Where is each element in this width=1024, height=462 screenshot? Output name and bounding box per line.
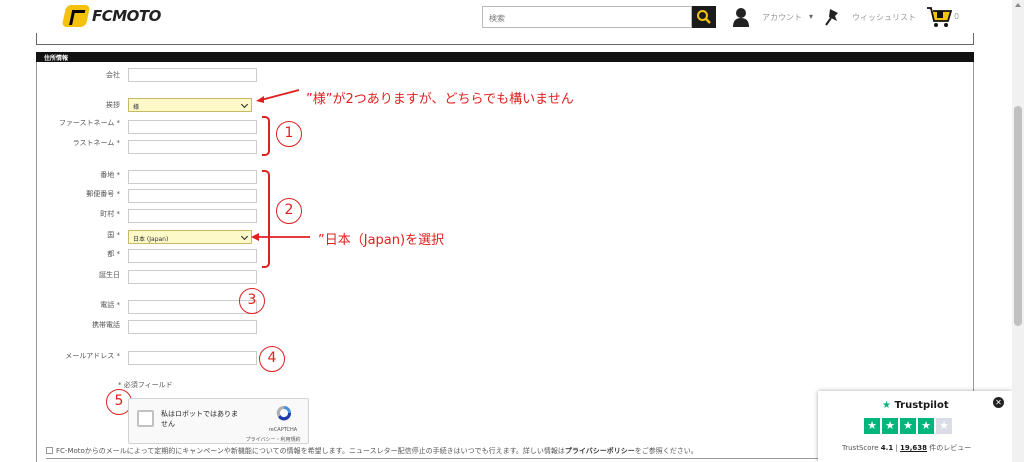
privacy-policy-link[interactable]: プライバシーポリシー: [565, 447, 635, 455]
annotation-country-note: ”日本（Japan)を選択: [318, 233, 445, 248]
annotation-circle-4: 4: [259, 346, 285, 372]
trustscore-label: TrustScore: [842, 444, 879, 452]
annotation-arrow-country: [251, 233, 310, 241]
review-count-suffix[interactable]: 件のレビュー: [929, 444, 971, 452]
country-label: 国 *: [107, 231, 120, 239]
recaptcha-label: 私はロボットではありません: [161, 410, 238, 428]
annotation-circle-1: 1: [276, 121, 302, 147]
star-icon: ★: [918, 418, 934, 434]
fcmoto-logo[interactable]: FCMOTO: [61, 5, 161, 27]
logo-text: FCMOTO: [92, 7, 161, 25]
street-input[interactable]: [128, 170, 257, 184]
search-icon: [697, 10, 711, 24]
trustpilot-brand: Trustpilot: [894, 400, 949, 411]
chevron-down-icon: [240, 100, 249, 109]
trustpilot-rating-stars: ★ ★ ★ ★ ★: [864, 418, 952, 434]
page-scrollbar[interactable]: [1012, 0, 1024, 462]
birthday-label: 誕生日: [99, 271, 120, 279]
salutation-value: 様: [133, 104, 140, 111]
pin-icon[interactable]: [824, 7, 842, 27]
salutation-label: 挨拶: [106, 101, 120, 109]
first-name-label: ファーストネーム *: [58, 119, 120, 127]
cart-icon[interactable]: [926, 5, 952, 29]
review-count[interactable]: 19,638: [900, 444, 927, 452]
email-label: メールアドレス *: [65, 352, 120, 360]
account-icon[interactable]: [732, 7, 750, 27]
first-name-input[interactable]: [128, 120, 257, 134]
account-link[interactable]: アカウント: [762, 12, 802, 23]
recaptcha-checkbox[interactable]: [137, 410, 154, 427]
trustpilot-score: TrustScore 4.1 | 19,638 件のレビュー: [842, 443, 971, 453]
account-caret-icon[interactable]: ▾: [809, 12, 813, 21]
recaptcha-widget: 私はロボットではありません reCAPTCHA プライバシー・利用規約: [128, 398, 309, 444]
annotation-salutation-note: ”様”が2つありますが、どちらでも構いません: [306, 92, 574, 107]
annotation-brace-2: [262, 170, 270, 268]
star-icon: ★: [882, 418, 898, 434]
trustpilot-star-icon: ★: [882, 400, 891, 411]
phone-input[interactable]: [128, 300, 257, 314]
cart-count: 0: [954, 12, 960, 21]
newsletter-text-before: FC-Motoからのメールによって定期的にキャンペーンや新機能についての情報を希…: [56, 447, 565, 455]
country-value: 日本 (Japan): [133, 236, 169, 243]
zip-input[interactable]: [128, 189, 257, 203]
last-name-label: ラストネーム *: [72, 139, 120, 147]
last-name-input[interactable]: [128, 140, 257, 154]
phone-label: 電話 *: [100, 301, 120, 309]
birthday-input[interactable]: [128, 270, 257, 284]
trustpilot-logo: ★ Trustpilot: [882, 400, 949, 411]
star-icon: ★: [936, 418, 952, 434]
recaptcha-privacy-terms-link[interactable]: プライバシー・利用規約: [237, 436, 309, 443]
close-icon[interactable]: ✕: [993, 397, 1004, 408]
company-label: 会社: [106, 71, 120, 79]
annotation-circle-3: 3: [239, 288, 265, 314]
newsletter-text-after: をご参照ください。: [634, 447, 698, 455]
annotation-circle-2: 2: [276, 198, 302, 224]
search-button[interactable]: [692, 6, 716, 28]
recaptcha-brand: reCAPTCHA: [268, 427, 298, 433]
trustscore-separator: |: [895, 444, 898, 452]
company-input[interactable]: [128, 68, 257, 82]
city-input[interactable]: [128, 209, 257, 223]
zip-label: 郵便番号 *: [86, 190, 120, 198]
previous-section-frame: [36, 33, 974, 45]
star-icon: ★: [864, 418, 880, 434]
site-header: FCMOTO 検索 アカウント ▾ ウィッシュリスト 0: [0, 0, 1012, 34]
annotation-brace-1: [262, 116, 270, 156]
recaptcha-icon: [276, 405, 292, 421]
street-label: 番地 *: [100, 171, 120, 179]
prefecture-input[interactable]: [128, 249, 257, 263]
mobile-input[interactable]: [128, 320, 257, 334]
chevron-down-icon: [240, 232, 249, 241]
newsletter-optin: FC-Motoからのメールによって定期的にキャンペーンや新機能についての情報を希…: [46, 446, 698, 456]
required-fields-note: * 必須フィールド: [118, 381, 173, 389]
prefecture-label: 都 *: [107, 250, 120, 258]
salutation-select[interactable]: 様: [128, 98, 252, 112]
mobile-label: 携帯電話: [92, 321, 120, 329]
search-input[interactable]: 検索: [482, 6, 692, 28]
section-title: 住所情報: [44, 55, 69, 62]
newsletter-checkbox[interactable]: [46, 447, 53, 454]
trustpilot-widget[interactable]: ✕ ★ Trustpilot ★ ★ ★ ★ ★ TrustScore 4.1 | 19…: [818, 391, 1012, 462]
scrollbar-thumb[interactable]: [1014, 106, 1022, 326]
section-header-bar: 住所情報: [36, 52, 974, 62]
city-label: 町村 *: [100, 210, 120, 218]
country-select[interactable]: 日本 (Japan): [128, 230, 252, 244]
wishlist-link[interactable]: ウィッシュリスト: [852, 12, 916, 23]
email-input[interactable]: [128, 351, 257, 365]
annotation-arrow-salutation: [256, 89, 300, 103]
star-icon: ★: [900, 418, 916, 434]
scroll-up-icon[interactable]: [1015, 3, 1021, 7]
logo-badge-icon: [61, 5, 91, 27]
trustscore-value: 4.1: [880, 444, 894, 452]
